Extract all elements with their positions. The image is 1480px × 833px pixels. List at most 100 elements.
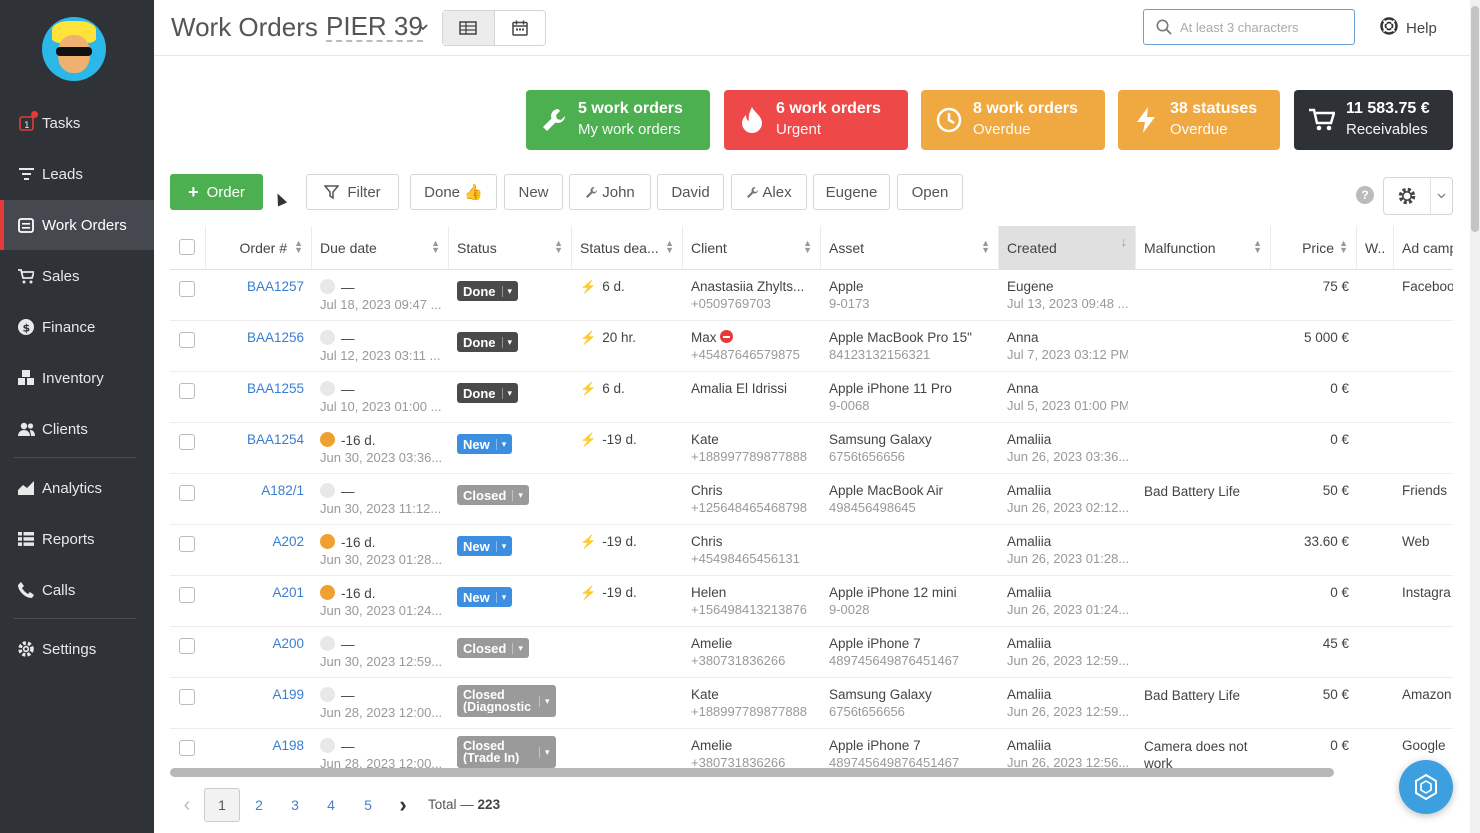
page-4[interactable]: 4	[318, 788, 344, 822]
filter-button[interactable]: Filter	[306, 174, 399, 210]
sidebar-item-finance[interactable]: $ Finance	[0, 302, 154, 352]
order-link[interactable]: A201	[214, 585, 304, 600]
chevron-down-icon[interactable]	[418, 18, 428, 34]
row-checkbox[interactable]	[179, 434, 195, 450]
order-link[interactable]: BAA1257	[214, 279, 304, 294]
status-badge[interactable]: Done ▾	[457, 332, 519, 352]
add-order-button[interactable]: + Order	[170, 174, 263, 210]
order-link[interactable]: A199	[214, 687, 304, 702]
status-badge[interactable]: New ▾	[457, 536, 513, 556]
order-link[interactable]: A200	[214, 636, 304, 651]
help-link[interactable]: Help	[1380, 17, 1437, 39]
search-input[interactable]	[1180, 19, 1340, 35]
status-badge[interactable]: Done ▾	[457, 281, 519, 301]
order-link[interactable]: A182/1	[214, 483, 304, 498]
page-3[interactable]: 3	[282, 788, 308, 822]
table-row[interactable]: BAA1256 — Jul 12, 2023 03:11 ... Done ▾ ⚡ 20 h…	[170, 321, 1453, 372]
sidebar-item-analytics[interactable]: Analytics	[0, 463, 154, 513]
help-question-icon[interactable]: ?	[1356, 186, 1374, 204]
row-checkbox[interactable]	[179, 332, 195, 348]
row-checkbox[interactable]	[179, 383, 195, 399]
status-badge[interactable]: Done ▾	[457, 383, 519, 403]
col-malfunction[interactable]: Malfunction ▲ ▼	[1136, 226, 1271, 270]
table-row[interactable]: A198— Jun 28, 2023 12:00... Closed (Trade I…	[170, 729, 1453, 772]
chip-john[interactable]: John	[569, 174, 651, 210]
sidebar-item-leads[interactable]: Leads	[0, 149, 154, 199]
col-status[interactable]: Status ▲ ▼	[449, 226, 572, 270]
row-checkbox[interactable]	[179, 485, 195, 501]
location-selector[interactable]: PIER 39	[326, 12, 423, 42]
col-w[interactable]: W..	[1357, 226, 1394, 270]
row-checkbox[interactable]	[179, 689, 195, 705]
card-receivables[interactable]: 11 583.75 € Receivables	[1294, 90, 1453, 150]
vertical-scrollbar[interactable]	[1470, 0, 1480, 833]
status-badge[interactable]: Closed (Trade In) ▾	[457, 736, 556, 768]
col-ad-campaign[interactable]: Ad camp	[1394, 226, 1453, 270]
col-client[interactable]: Client ▲ ▼	[683, 226, 821, 270]
prev-page-button[interactable]: ‹	[176, 788, 198, 822]
sidebar-item-calls[interactable]: Calls	[0, 565, 154, 615]
client-name[interactable]: Anastasiia Zhylts...	[691, 279, 804, 294]
order-link[interactable]: BAA1255	[214, 381, 304, 396]
chevron-down-icon[interactable]	[1431, 178, 1452, 214]
page-5[interactable]: 5	[355, 788, 381, 822]
chip-new[interactable]: New	[504, 174, 563, 210]
status-badge[interactable]: New ▾	[457, 587, 513, 607]
table-row[interactable]: A182/1 — Jun 30, 2023 11:12... Closed ▾ Chris…	[170, 474, 1453, 525]
table-row[interactable]: BAA1255 — Jul 10, 2023 01:00 ... Done ▾ ⚡ 6 d.…	[170, 372, 1453, 423]
calendar-view-button[interactable]	[495, 11, 546, 45]
client-name[interactable]: Helen	[691, 585, 726, 600]
card-my-work-orders[interactable]: 5 work orders My work orders	[526, 90, 710, 150]
horizontal-scrollbar[interactable]	[170, 768, 1334, 777]
chip-open[interactable]: Open	[897, 174, 963, 210]
col-created[interactable]: Created ↓	[999, 226, 1136, 270]
client-name[interactable]: Kate	[691, 432, 719, 447]
col-due-date[interactable]: Due date ▲ ▼	[312, 226, 449, 270]
order-link[interactable]: BAA1256	[214, 330, 304, 345]
page-1[interactable]: 1	[204, 788, 240, 822]
client-name[interactable]: Chris	[691, 483, 723, 498]
page-2[interactable]: 2	[246, 788, 272, 822]
next-page-button[interactable]: ›	[392, 788, 414, 822]
order-link[interactable]: BAA1254	[214, 432, 304, 447]
row-checkbox[interactable]	[179, 740, 195, 756]
table-view-button[interactable]	[443, 11, 495, 45]
table-row[interactable]: A199 — Jun 28, 2023 12:00... Closed (Diagnos…	[170, 678, 1453, 729]
sidebar-item-tasks[interactable]: 1 Tasks	[0, 98, 154, 148]
status-badge[interactable]: New ▾	[457, 434, 513, 454]
sidebar-item-reports[interactable]: Reports	[0, 514, 154, 564]
card-overdue-statuses[interactable]: 38 statuses Overdue	[1118, 90, 1280, 150]
settings-gear-icon[interactable]	[1384, 178, 1432, 214]
table-row[interactable]: A200 — Jun 30, 2023 12:59... Closed ▾ Amelie +…	[170, 627, 1453, 678]
row-checkbox[interactable]	[179, 536, 195, 552]
col-asset[interactable]: Asset ▲ ▼	[821, 226, 999, 270]
status-badge[interactable]: Closed (Diagnostic ▾	[457, 685, 556, 717]
sidebar-item-clients[interactable]: Clients	[0, 404, 154, 454]
table-row[interactable]: A201 -16 d. Jun 30, 2023 01:24... New ▾ ⚡ -19 …	[170, 576, 1453, 627]
row-checkbox[interactable]	[179, 638, 195, 654]
client-name[interactable]: Amalia El Idrissi	[691, 381, 787, 396]
chip-alex[interactable]: Alex	[731, 174, 807, 210]
table-settings-button[interactable]	[1383, 177, 1453, 215]
chat-widget-button[interactable]	[1399, 760, 1453, 814]
client-name[interactable]: Max	[691, 330, 717, 345]
table-row[interactable]: BAA1254 -16 d. Jun 30, 2023 03:36... New ▾ ⚡ -…	[170, 423, 1453, 474]
col-order[interactable]: Order # ▲ ▼	[206, 226, 312, 270]
sidebar-item-sales[interactable]: Sales	[0, 251, 154, 301]
select-all-checkbox[interactable]	[179, 239, 195, 255]
status-badge[interactable]: Closed ▾	[457, 485, 529, 505]
order-link[interactable]: A198	[214, 738, 304, 753]
col-price[interactable]: Price ▲ ▼	[1271, 226, 1357, 270]
chip-eugene[interactable]: Eugene	[813, 174, 890, 210]
card-overdue-orders[interactable]: 8 work orders Overdue	[921, 90, 1105, 150]
client-name[interactable]: Amelie	[691, 738, 732, 753]
sidebar-item-settings[interactable]: Settings	[0, 624, 154, 674]
card-urgent[interactable]: 6 work orders Urgent	[724, 90, 908, 150]
table-row[interactable]: A202 -16 d. Jun 30, 2023 01:28... New ▾ ⚡ -19 …	[170, 525, 1453, 576]
client-name[interactable]: Amelie	[691, 636, 732, 651]
client-name[interactable]: Chris	[691, 534, 723, 549]
avatar[interactable]	[42, 17, 106, 81]
status-badge[interactable]: Closed ▾	[457, 638, 529, 658]
row-checkbox[interactable]	[179, 281, 195, 297]
chip-done[interactable]: Done 👍	[410, 174, 497, 210]
